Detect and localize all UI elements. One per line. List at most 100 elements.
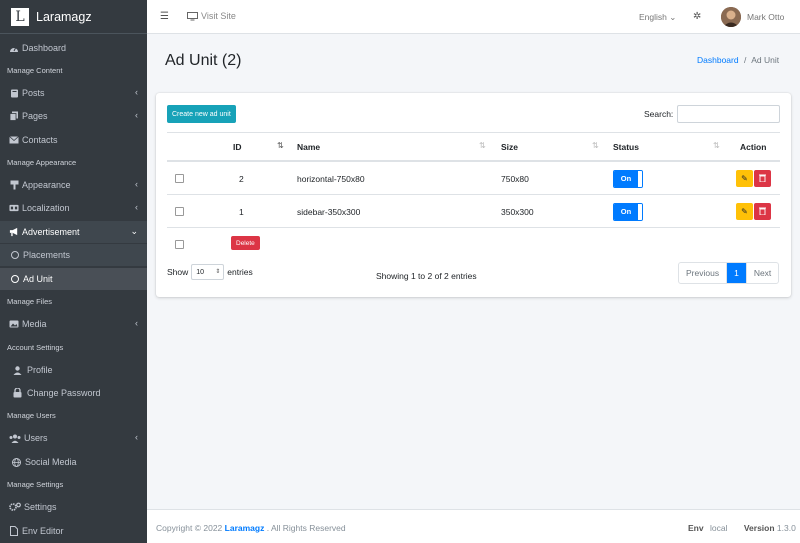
chevron-left-icon: ‹ bbox=[135, 318, 138, 328]
sidebar-item-ad-unit[interactable]: Ad Unit bbox=[0, 268, 147, 290]
select-all-checkbox[interactable] bbox=[175, 228, 184, 261]
copyright: Copyright © 2022 Laramagz . All Rights R… bbox=[156, 523, 346, 533]
sort-icon[interactable]: ⇅ bbox=[713, 141, 720, 150]
cell-name: sidebar-350x300 bbox=[297, 206, 361, 217]
sidebar-item-advertisement[interactable]: Advertisement ⌄ bbox=[0, 221, 147, 243]
page-title: Ad Unit (2) bbox=[165, 52, 242, 69]
table-info: Showing 1 to 2 of 2 entries bbox=[376, 271, 477, 281]
breadcrumb-dashboard-link[interactable]: Dashboard bbox=[697, 55, 739, 65]
breadcrumb-separator: / bbox=[743, 55, 747, 65]
gear-icon[interactable]: ✲ bbox=[693, 11, 701, 22]
sidebar-item-social-media[interactable]: Social Media bbox=[0, 451, 147, 473]
column-header-id[interactable]: ID bbox=[233, 132, 242, 161]
globe-icon bbox=[11, 457, 21, 467]
cell-size: 350x300 bbox=[501, 206, 534, 217]
sidebar-item-placements[interactable]: Placements bbox=[0, 244, 147, 266]
page-1-button[interactable]: 1 bbox=[727, 263, 747, 283]
brand-logo: L bbox=[11, 7, 29, 26]
sidebar-item-pages[interactable]: Pages ‹ bbox=[0, 105, 147, 127]
sidebar-item-dashboard[interactable]: Dashboard bbox=[0, 37, 147, 59]
search-input[interactable] bbox=[677, 105, 780, 123]
visit-site-link[interactable]: Visit Site bbox=[187, 11, 236, 21]
sidebar-header-account: Account Settings bbox=[7, 343, 64, 352]
toggle-on-label: On bbox=[614, 170, 638, 187]
toggle-on-label: On bbox=[614, 203, 638, 220]
checkbox[interactable] bbox=[175, 207, 184, 216]
copy-icon bbox=[9, 111, 19, 121]
trash-icon bbox=[759, 207, 766, 217]
sidebar-item-label: Appearance bbox=[22, 180, 71, 190]
sidebar-header-settings: Manage Settings bbox=[7, 480, 64, 489]
delete-row-button[interactable] bbox=[754, 170, 771, 187]
sidebar-item-env-editor[interactable]: Env Editor bbox=[0, 520, 147, 542]
checkbox[interactable] bbox=[175, 240, 184, 249]
paint-brush-icon bbox=[9, 180, 19, 190]
envelope-icon bbox=[9, 135, 19, 145]
footer-brand-link[interactable]: Laramagz bbox=[225, 523, 265, 533]
page-length-select[interactable]: 10 ⇕ bbox=[191, 264, 225, 280]
chevron-down-icon: ⇕ bbox=[215, 269, 221, 275]
sidebar-item-label: Profile bbox=[27, 365, 53, 375]
env-info: Env local Version 1.3.0 bbox=[688, 523, 796, 533]
env-value: local bbox=[709, 523, 728, 533]
edit-button[interactable]: ✎ bbox=[736, 203, 753, 220]
divider bbox=[167, 194, 780, 195]
sidebar-item-settings[interactable]: Settings bbox=[0, 496, 147, 518]
sidebar-item-users[interactable]: Users ‹ bbox=[0, 427, 147, 449]
delete-row-button[interactable] bbox=[754, 203, 771, 220]
chevron-down-icon: ⌄ bbox=[669, 12, 677, 22]
sidebar-item-localization[interactable]: Localization ‹ bbox=[0, 197, 147, 219]
sort-icon[interactable]: ⇅ bbox=[592, 141, 599, 150]
sort-icon[interactable]: ⇅ bbox=[479, 141, 486, 150]
sidebar-item-label: Localization bbox=[22, 203, 70, 213]
brand[interactable]: L Laramagz bbox=[0, 0, 147, 34]
edit-button[interactable]: ✎ bbox=[736, 170, 753, 187]
sort-desc-icon[interactable]: ⇅ bbox=[277, 141, 284, 150]
sidebar-item-label: Pages bbox=[22, 111, 48, 121]
row-checkbox[interactable] bbox=[175, 195, 184, 228]
user-name[interactable]: Mark Otto bbox=[747, 12, 784, 22]
status-toggle[interactable]: On bbox=[613, 195, 643, 228]
sidebar-item-label: Social Media bbox=[25, 457, 77, 467]
avatar[interactable] bbox=[721, 7, 741, 27]
sidebar-item-label: Users bbox=[24, 433, 48, 443]
chevron-left-icon: ‹ bbox=[135, 432, 138, 442]
bullhorn-icon bbox=[9, 227, 19, 237]
row-actions: ✎ bbox=[736, 195, 772, 228]
copyright-prefix: Copyright © 2022 bbox=[156, 523, 223, 533]
sidebar-header-files: Manage Files bbox=[7, 297, 53, 306]
chevron-left-icon: ‹ bbox=[135, 179, 138, 189]
column-header-size[interactable]: Size bbox=[501, 132, 518, 161]
cell-id: 1 bbox=[239, 206, 244, 217]
column-header-status[interactable]: Status bbox=[613, 132, 639, 161]
row-checkbox[interactable] bbox=[175, 162, 184, 195]
delete-selected-button[interactable]: Delete bbox=[231, 236, 260, 250]
dashboard-icon bbox=[9, 43, 19, 53]
sidebar-item-contacts[interactable]: Contacts bbox=[0, 129, 147, 151]
sidebar-item-profile[interactable]: Profile bbox=[0, 359, 147, 381]
sidebar-item-label: Contacts bbox=[22, 135, 58, 145]
menu-icon[interactable]: ☰ bbox=[160, 11, 169, 22]
users-icon bbox=[9, 433, 21, 443]
lock-icon bbox=[12, 388, 22, 398]
sidebar-item-change-password[interactable]: Change Password bbox=[0, 382, 147, 404]
sidebar-item-appearance[interactable]: Appearance ‹ bbox=[0, 174, 147, 196]
brand-name: Laramagz bbox=[36, 9, 92, 24]
photo-icon bbox=[9, 319, 19, 329]
column-header-name[interactable]: Name bbox=[297, 132, 320, 161]
language-dropdown[interactable]: English ⌄ bbox=[639, 12, 676, 23]
divider bbox=[167, 132, 780, 133]
language-icon bbox=[9, 203, 19, 213]
sidebar-item-media[interactable]: Media ‹ bbox=[0, 313, 147, 335]
chevron-left-icon: ‹ bbox=[135, 87, 138, 97]
next-button[interactable]: Next bbox=[747, 263, 778, 283]
sidebar-item-posts[interactable]: Posts ‹ bbox=[0, 82, 147, 104]
toggle-switch[interactable]: On bbox=[613, 202, 643, 221]
status-toggle[interactable]: On bbox=[613, 162, 643, 195]
previous-button[interactable]: Previous bbox=[679, 263, 728, 283]
sidebar: L Laramagz Dashboard Manage Content Post… bbox=[0, 0, 147, 543]
checkbox[interactable] bbox=[175, 174, 184, 183]
sidebar-item-label: Advertisement bbox=[22, 227, 80, 237]
create-ad-unit-button[interactable]: Create new ad unit bbox=[167, 105, 236, 123]
toggle-switch[interactable]: On bbox=[613, 169, 643, 188]
